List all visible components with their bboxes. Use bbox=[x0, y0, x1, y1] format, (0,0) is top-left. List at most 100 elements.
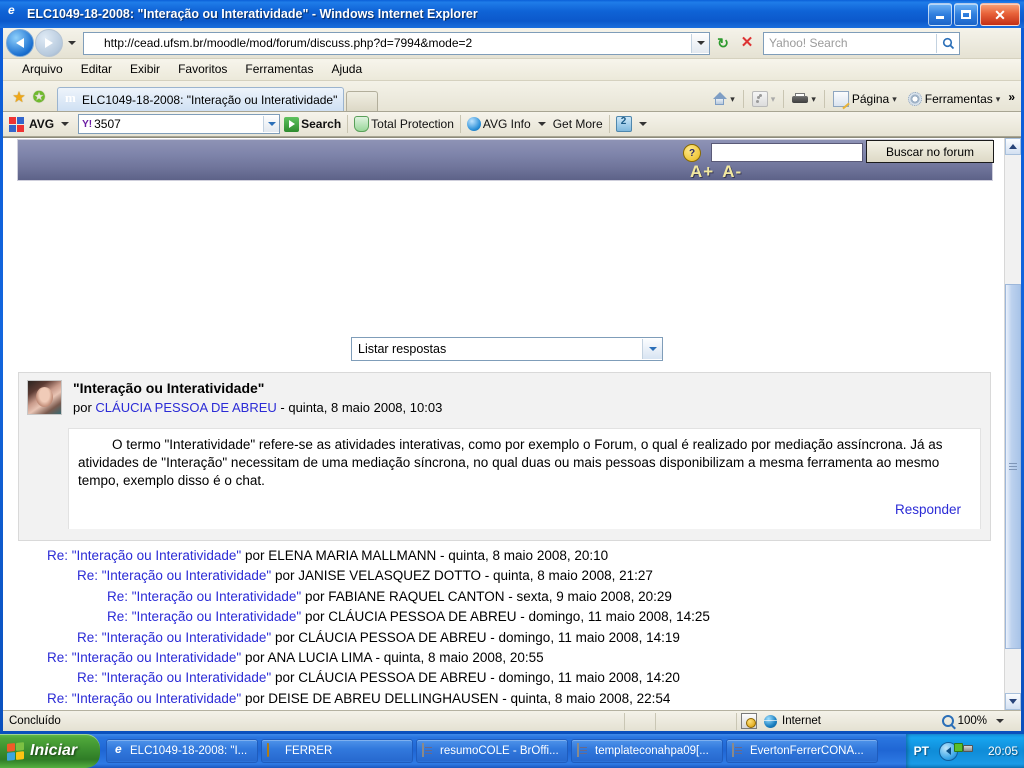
divider bbox=[608, 115, 610, 133]
thread-item: Re: "Interação ou Interatividade" por EL… bbox=[3, 546, 1003, 566]
web-page: ? Buscar no forum A+ A- Listar respostas bbox=[3, 138, 1005, 710]
zoom-chevron-down-icon[interactable] bbox=[996, 719, 1004, 723]
new-tab-button[interactable] bbox=[346, 91, 379, 111]
forum-search-input[interactable] bbox=[711, 143, 863, 162]
document-icon bbox=[422, 743, 436, 758]
recent-pages-chevron-down-icon[interactable] bbox=[68, 41, 76, 45]
tools-menu-button[interactable]: Ferramentas ▾ bbox=[906, 92, 1003, 106]
maximize-button[interactable] bbox=[954, 3, 978, 26]
avatar[interactable] bbox=[27, 380, 62, 415]
browser-search-box[interactable]: Yahoo! Search bbox=[763, 31, 960, 55]
favorites-center-button[interactable]: ★ bbox=[9, 86, 29, 108]
close-button[interactable]: ✕ bbox=[980, 3, 1020, 26]
byline-prefix: por bbox=[73, 400, 92, 415]
add-to-favorites-button[interactable]: ✪ bbox=[29, 86, 49, 108]
forum-post-author-link[interactable]: CLÁUCIA PESSOA DE ABREU bbox=[95, 400, 276, 415]
avg-info-label[interactable]: AVG Info bbox=[483, 117, 531, 131]
avg-search-go-icon[interactable] bbox=[284, 116, 300, 132]
chevron-down-icon: ▾ bbox=[811, 93, 816, 104]
display-mode-dropdown-button[interactable] bbox=[642, 339, 662, 359]
window-controls: ✕ bbox=[928, 3, 1020, 26]
stop-button[interactable]: ✕ bbox=[736, 32, 758, 54]
reply-link[interactable]: Responder bbox=[895, 502, 961, 517]
search-go-button[interactable] bbox=[936, 33, 959, 53]
thread-item: Re: "Interação ou Interatividade" por FA… bbox=[3, 587, 1003, 607]
thread-item-title[interactable]: Re: "Interação ou Interatividade" bbox=[107, 589, 301, 604]
clock[interactable]: 20:05 bbox=[988, 744, 1018, 758]
taskbar-item[interactable]: resumoCOLE - BrOffi... bbox=[416, 739, 568, 763]
moodle-header-bar: ? Buscar no forum A+ A- bbox=[17, 139, 994, 181]
page-viewport: ? Buscar no forum A+ A- Listar respostas bbox=[3, 137, 1021, 710]
avg-search-input[interactable]: Y! 3507 bbox=[78, 114, 281, 134]
avg-info-chevron-down-icon[interactable] bbox=[537, 122, 546, 126]
browser-tab-active[interactable]: ELC1049-18-2008: "Interação ou Interativ… bbox=[57, 87, 345, 111]
avg-search-label[interactable]: Search bbox=[301, 117, 341, 131]
taskbar-item[interactable]: ELC1049-18-2008: "I... bbox=[106, 739, 258, 763]
scroll-up-button[interactable] bbox=[1005, 138, 1021, 155]
scrollbar-thumb[interactable] bbox=[1005, 284, 1021, 649]
taskbar-item[interactable]: FERRER bbox=[261, 739, 413, 763]
avg-search-value: 3507 bbox=[94, 117, 121, 131]
thread-item-title[interactable]: Re: "Interação ou Interatividade" bbox=[107, 609, 301, 624]
avg-extra-chevron-down-icon[interactable] bbox=[638, 122, 647, 126]
thread-item-title[interactable]: Re: "Interação ou Interatividade" bbox=[47, 650, 241, 665]
address-dropdown-button[interactable] bbox=[691, 33, 709, 53]
divider bbox=[459, 115, 461, 133]
menu-item-editar[interactable]: Editar bbox=[72, 60, 121, 79]
home-button[interactable]: ▾ bbox=[710, 92, 737, 106]
avg-extra-icon[interactable] bbox=[615, 116, 632, 132]
menu-item-arquivo[interactable]: Arquivo bbox=[13, 60, 72, 79]
avg-total-protection-label[interactable]: Total Protection bbox=[371, 117, 454, 131]
close-icon: ✕ bbox=[740, 34, 754, 51]
avg-search-dropdown[interactable] bbox=[263, 116, 280, 132]
refresh-button[interactable]: ↻ bbox=[712, 32, 734, 54]
avg-logo-icon bbox=[9, 116, 24, 132]
divider bbox=[742, 90, 744, 108]
language-indicator[interactable]: PT bbox=[906, 744, 939, 758]
thread-item-title[interactable]: Re: "Interação ou Interatividade" bbox=[47, 691, 241, 706]
avg-toolbar: AVG Y! 3507 Search Total Protection AVG … bbox=[3, 112, 1021, 137]
start-button-label: Iniciar bbox=[30, 742, 78, 759]
thread-item-title[interactable]: Re: "Interação ou Interatividade" bbox=[77, 670, 271, 685]
security-zone-indicator[interactable]: Internet bbox=[737, 711, 821, 731]
taskbar-item[interactable]: EvertonFerrerCONA... bbox=[726, 739, 878, 763]
minimize-button[interactable] bbox=[928, 3, 952, 26]
thread-item: Re: "Interação ou Interatividade" por CL… bbox=[3, 607, 1003, 627]
display-mode-select[interactable]: Listar respostas bbox=[351, 337, 663, 361]
font-decrease-button[interactable]: A- bbox=[722, 162, 742, 181]
menu-item-ferramentas[interactable]: Ferramentas bbox=[236, 60, 322, 79]
menu-item-exibir[interactable]: Exibir bbox=[121, 60, 169, 79]
help-icon[interactable]: ? bbox=[683, 144, 701, 162]
zoom-level-label: 100% bbox=[957, 715, 987, 727]
print-button[interactable]: ▾ bbox=[790, 92, 818, 106]
shield-icon bbox=[354, 116, 370, 132]
start-button[interactable]: Iniciar bbox=[0, 734, 100, 768]
star-plus-icon: ✪ bbox=[32, 88, 46, 106]
menu-item-favoritos[interactable]: Favoritos bbox=[169, 60, 236, 79]
avg-menu-chevron-down-icon[interactable] bbox=[61, 122, 70, 126]
feeds-button[interactable]: ▾ bbox=[750, 91, 778, 107]
menu-item-ajuda[interactable]: Ajuda bbox=[322, 60, 371, 79]
divider bbox=[347, 115, 349, 133]
address-bar[interactable]: http://cead.ufsm.br/moodle/mod/forum/dis… bbox=[83, 31, 710, 55]
status-bar: Concluído Internet 100% bbox=[3, 710, 1021, 731]
thread-item-title[interactable]: Re: "Interação ou Interatividade" bbox=[47, 548, 241, 563]
scroll-down-button[interactable] bbox=[1005, 693, 1021, 710]
network-icon[interactable] bbox=[963, 743, 979, 759]
forum-search-button[interactable]: Buscar no forum bbox=[866, 140, 994, 163]
zoom-control[interactable]: 100% bbox=[934, 711, 1009, 731]
forum-post-body: O termo "Interatividade" refere-se as at… bbox=[68, 428, 981, 529]
taskbar-item[interactable]: templateconahpa09[... bbox=[571, 739, 723, 763]
tab-bar: ★ ✪ ELC1049-18-2008: "Interação ou Inter… bbox=[3, 81, 1021, 112]
browser-search-input[interactable]: Yahoo! Search bbox=[764, 36, 936, 50]
page-menu-button[interactable]: Página ▾ bbox=[831, 91, 899, 107]
back-button[interactable] bbox=[6, 29, 34, 57]
thread-item-title[interactable]: Re: "Interação ou Interatividade" bbox=[77, 630, 271, 645]
forward-button[interactable] bbox=[35, 29, 63, 57]
toolbar-overflow-button[interactable]: » bbox=[1008, 90, 1015, 104]
font-increase-button[interactable]: A+ bbox=[690, 162, 714, 181]
thread-item-title[interactable]: Re: "Interação ou Interatividade" bbox=[77, 568, 271, 583]
avg-get-more-label[interactable]: Get More bbox=[553, 117, 603, 131]
page-vertical-scrollbar[interactable] bbox=[1004, 138, 1021, 710]
folder-icon bbox=[267, 743, 281, 758]
